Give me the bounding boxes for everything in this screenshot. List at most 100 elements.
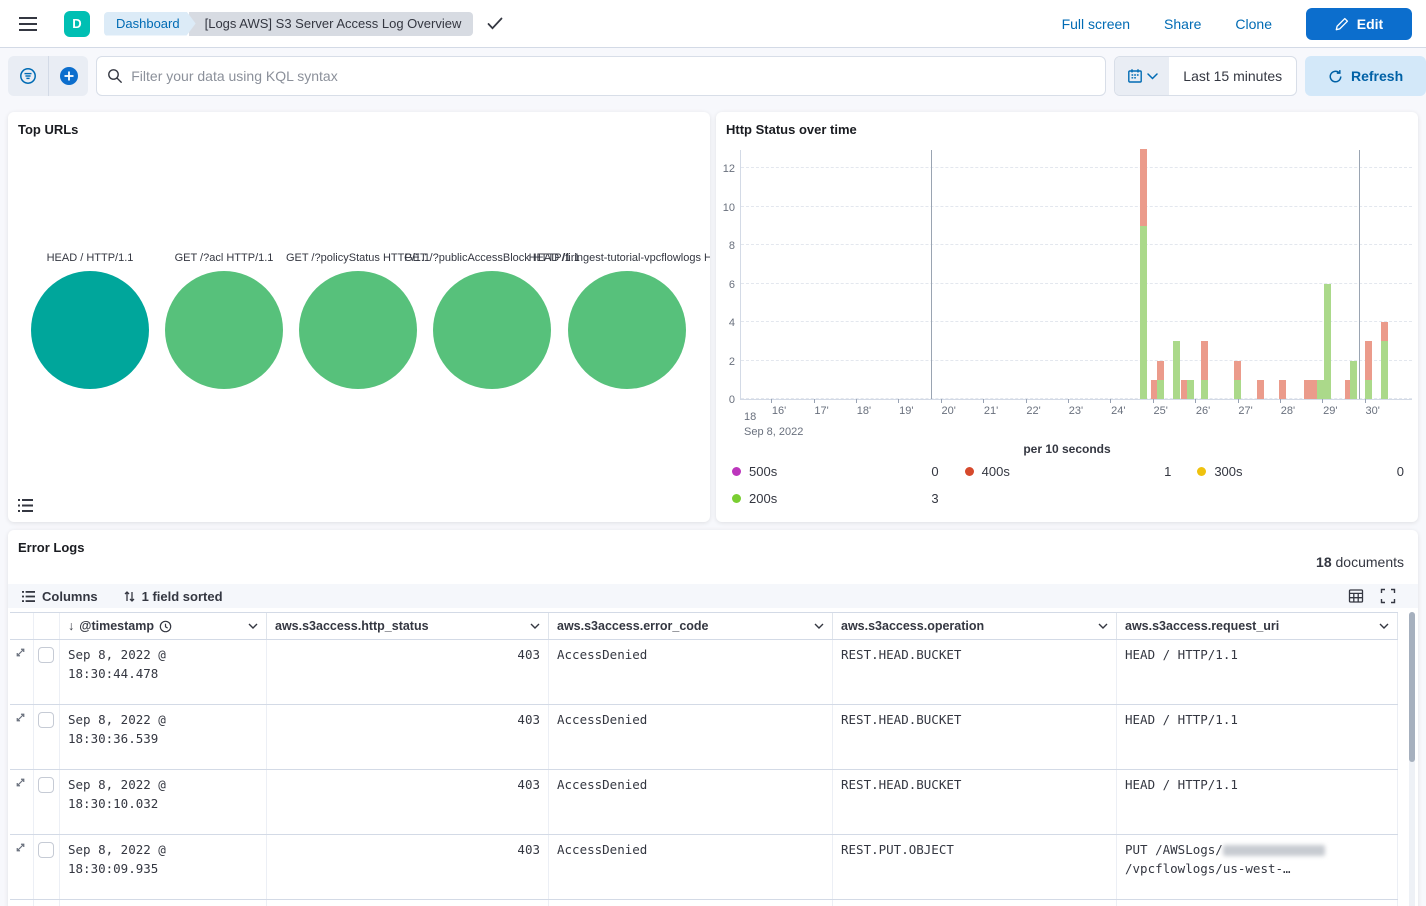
histogram-bar[interactable] — [1279, 380, 1286, 399]
chevron-down-icon[interactable] — [814, 623, 824, 629]
x-axis-label: 26' — [1196, 405, 1210, 417]
bar-segment-400s — [1234, 361, 1241, 380]
column-header[interactable]: ↓@timestamp — [60, 613, 267, 639]
chevron-down-icon[interactable] — [248, 623, 258, 629]
y-axis-label: 10 — [723, 202, 735, 214]
pie-slice[interactable] — [31, 271, 149, 389]
space-avatar[interactable]: D — [64, 11, 90, 37]
menu-icon[interactable] — [8, 4, 48, 44]
cell-http-status: 403 — [267, 835, 549, 899]
histogram-bar[interactable] — [1140, 149, 1147, 399]
columns-button[interactable]: Columns — [22, 589, 98, 604]
expand-row-icon[interactable] — [14, 711, 29, 724]
legend-dot — [732, 467, 741, 476]
histogram-bar[interactable] — [1173, 341, 1180, 399]
refresh-button[interactable]: Refresh — [1305, 56, 1426, 96]
column-header[interactable]: aws.s3access.request_uri — [1117, 613, 1398, 639]
cell-operation — [833, 900, 1117, 906]
histogram-bar[interactable] — [1257, 380, 1264, 399]
histogram-bar[interactable] — [1317, 380, 1324, 399]
cell-error-code: AccessDenied — [549, 705, 833, 769]
x-axis-tick — [1068, 399, 1069, 403]
x-axis-tick — [1110, 399, 1111, 403]
column-header[interactable]: aws.s3access.http_status — [267, 613, 549, 639]
histogram-bar[interactable] — [1381, 322, 1388, 399]
legend-toggle-icon[interactable] — [18, 499, 33, 512]
pie-slice[interactable] — [568, 271, 686, 389]
panel-title: Error Logs — [18, 540, 84, 555]
legend-item[interactable]: 200s3 — [732, 491, 939, 506]
pie-slice[interactable] — [299, 271, 417, 389]
edit-button[interactable]: Edit — [1306, 8, 1412, 40]
table-row: Sep 8, 2022 @ 18:30:44.478403AccessDenie… — [10, 640, 1398, 705]
legend-item[interactable]: 300s0 — [1197, 464, 1404, 479]
bar-segment-200s — [1157, 380, 1164, 399]
legend-dot — [732, 494, 741, 503]
kql-search-box[interactable] — [96, 56, 1106, 96]
x-axis-tick — [1365, 399, 1366, 403]
cell-request-uri: PUT /AWSLogs//vpcflowlogs/us-west-… — [1117, 835, 1398, 899]
full-screen-link[interactable]: Full screen — [1062, 16, 1130, 32]
x-axis-label: 17' — [814, 405, 828, 417]
histogram-bar[interactable] — [1234, 361, 1241, 399]
fields-sorted-button[interactable]: 1 field sorted — [124, 589, 223, 604]
histogram-bar[interactable] — [1201, 341, 1208, 399]
bar-segment-400s — [1279, 380, 1286, 399]
pie-slice[interactable] — [433, 271, 551, 389]
row-checkbox[interactable] — [38, 712, 54, 728]
table-scrollbar-thumb[interactable] — [1409, 612, 1415, 762]
legend-item[interactable]: 500s0 — [732, 464, 939, 479]
row-checkbox-cell — [34, 900, 60, 906]
sort-updown-icon — [124, 590, 135, 603]
pie-slice-label: HEAD / HTTP/1.1 — [47, 252, 134, 264]
filter-controls — [8, 56, 88, 96]
x-axis-label: 19' — [899, 405, 913, 417]
chevron-down-icon[interactable] — [1379, 623, 1389, 629]
time-range-value[interactable]: Last 15 minutes — [1169, 57, 1296, 95]
histogram-bar[interactable] — [1350, 361, 1357, 399]
x-axis-label: 28' — [1281, 405, 1295, 417]
expand-row-icon[interactable] — [14, 776, 29, 789]
clone-link[interactable]: Clone — [1235, 16, 1272, 32]
cell-timestamp: Sep 8, 2022 @ 18:30:10.032 — [60, 770, 267, 834]
share-link[interactable]: Share — [1164, 16, 1201, 32]
pencil-icon — [1335, 17, 1349, 31]
cell-error-code: AccessDenied — [549, 835, 833, 899]
saved-query-icon[interactable] — [8, 56, 48, 96]
row-checkbox[interactable] — [38, 842, 54, 858]
row-expand-cell — [10, 900, 34, 906]
chevron-down-icon[interactable] — [1098, 623, 1108, 629]
x-axis-label: 20' — [942, 405, 956, 417]
row-checkbox[interactable] — [38, 647, 54, 663]
calendar-menu-button[interactable] — [1115, 57, 1169, 95]
histogram-bar[interactable] — [1157, 361, 1164, 399]
table-row — [10, 900, 1398, 906]
column-header[interactable]: aws.s3access.operation — [833, 613, 1117, 639]
row-checkbox-cell — [34, 705, 60, 769]
row-checkbox-cell — [34, 640, 60, 704]
pie-slice[interactable] — [165, 271, 283, 389]
bar-chart-plot: 02468101216'17'18'19'20'21'22'23'24'25'2… — [740, 150, 1412, 400]
clock-icon — [159, 620, 172, 633]
histogram-bar[interactable] — [1187, 380, 1194, 399]
cell-timestamp — [60, 900, 267, 906]
legend-value: 0 — [931, 464, 938, 479]
breadcrumb-dashboard[interactable]: Dashboard — [104, 12, 196, 36]
legend-item[interactable]: 400s1 — [965, 464, 1172, 479]
add-filter-icon[interactable] — [48, 56, 88, 96]
fullscreen-icon[interactable] — [1380, 588, 1396, 604]
bar-segment-200s — [1173, 341, 1180, 399]
chevron-down-icon[interactable] — [530, 623, 540, 629]
kql-search-input[interactable] — [131, 68, 1095, 84]
bar-segment-400s — [1140, 149, 1147, 226]
histogram-bar[interactable] — [1365, 341, 1372, 399]
histogram-bar[interactable] — [1324, 284, 1331, 399]
x-axis-label: 27' — [1238, 405, 1252, 417]
expand-row-icon[interactable] — [14, 646, 29, 659]
x-axis-tick — [1195, 399, 1196, 403]
row-checkbox[interactable] — [38, 777, 54, 793]
expand-row-icon[interactable] — [14, 841, 29, 854]
column-header-label: aws.s3access.http_status — [275, 619, 429, 633]
display-options-icon[interactable] — [1348, 588, 1364, 604]
column-header[interactable]: aws.s3access.error_code — [549, 613, 833, 639]
